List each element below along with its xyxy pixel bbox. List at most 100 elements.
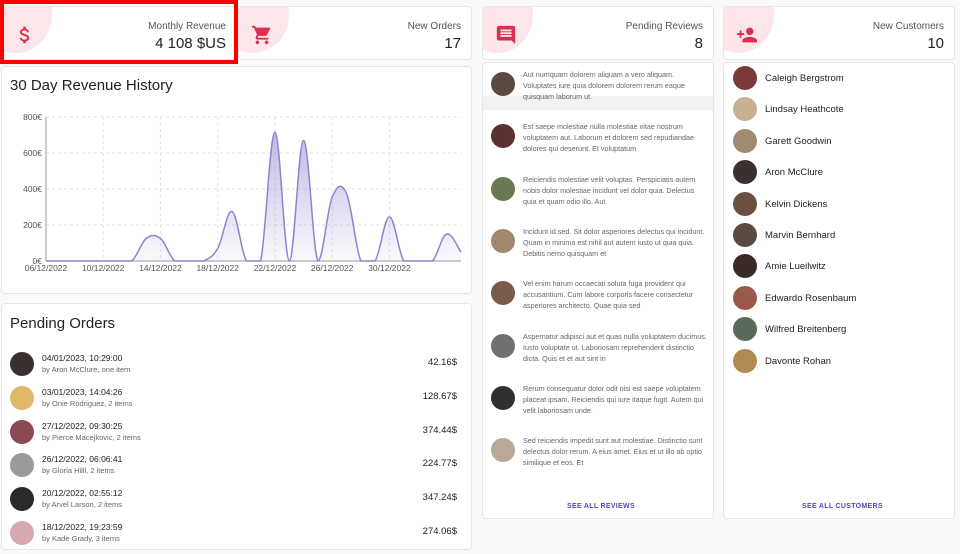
see-all-reviews-link[interactable]: SEE ALL REVIEWS bbox=[567, 503, 635, 510]
pending-reviews-card[interactable]: Pending Reviews 8 bbox=[482, 6, 714, 60]
customer-item[interactable]: Kelvin Dickens bbox=[724, 189, 952, 219]
see-all-customers-link[interactable]: SEE ALL CUSTOMERS bbox=[802, 503, 883, 510]
order-date: 27/12/2022, 09:30:25 bbox=[42, 420, 123, 431]
order-row[interactable]: 26/12/2022, 06:06:41 by Gloria Hilll, 2 i… bbox=[2, 448, 471, 482]
order-date: 20/12/2022, 02:55:12 bbox=[42, 488, 123, 499]
order-amount: 128.67$ bbox=[422, 390, 457, 402]
revenue-chart-card: 30 Day Revenue History 0€ 200€ 400€ 600€ 800… bbox=[1, 66, 472, 294]
x-tick-label: 26/12/2022 bbox=[311, 263, 354, 273]
customer-name: Amie Lueilwitz bbox=[765, 261, 826, 273]
x-tick-label: 14/12/2022 bbox=[139, 263, 182, 273]
x-tick-label: 18/12/2022 bbox=[196, 263, 239, 273]
order-amount: 274.06$ bbox=[422, 526, 457, 537]
customers-card: Caleigh Bergstrom Lindsay Heathcote Garett… bbox=[723, 62, 955, 519]
review-text: Aspernatur adipisci aut et quas nulla vo… bbox=[523, 331, 707, 363]
customer-item[interactable]: Marvin Bernhard bbox=[724, 220, 952, 250]
customer-name: Edwardo Rosenbaum bbox=[765, 292, 857, 304]
avatar bbox=[491, 281, 515, 306]
avatar bbox=[10, 487, 34, 512]
new-orders-card[interactable]: New Orders 17 bbox=[238, 6, 472, 60]
order-date: 18/12/2022, 19:23:59 bbox=[42, 522, 123, 532]
avatar bbox=[733, 254, 757, 279]
order-detail: by Kade Grady, 3 items bbox=[42, 534, 120, 543]
customer-name: Lindsay Heathcote bbox=[765, 104, 844, 116]
avatar bbox=[733, 317, 757, 342]
monthly-revenue-card[interactable]: Monthly Revenue 4 108 $US bbox=[1, 6, 237, 60]
review-item[interactable]: Est saepe molestiae nulla molestiae vita… bbox=[483, 121, 713, 173]
customer-name: Aron McClure bbox=[765, 167, 824, 179]
review-text: Vel enim harum occaecati soluta fuga pro… bbox=[523, 279, 694, 311]
pending-reviews-value: 8 bbox=[694, 35, 703, 52]
avatar bbox=[733, 285, 757, 310]
x-tick-label: 22/12/2022 bbox=[254, 263, 297, 273]
x-tick-label: 06/12/2022 bbox=[25, 263, 68, 273]
review-item[interactable]: Sed reiciendis impedit sunt aut molestia… bbox=[483, 435, 713, 487]
avatar bbox=[491, 124, 515, 149]
pending-orders-card: Pending Orders 04/01/2023, 10:29:00 by Ar… bbox=[1, 303, 472, 550]
review-item[interactable]: Incidunt id sed. Sit dolor asperiores de… bbox=[483, 226, 713, 278]
order-row[interactable]: 20/12/2022, 02:55:12 by Arvel Larson, 2 i… bbox=[2, 482, 471, 516]
y-tick-label: 600€ bbox=[23, 148, 42, 158]
new-orders-value: 17 bbox=[444, 35, 461, 52]
review-text: Incidunt id sed. Sit dolor asperiores de… bbox=[523, 226, 705, 258]
comment-icon bbox=[496, 25, 516, 45]
avatar bbox=[10, 385, 34, 410]
customer-name: Kelvin Dickens bbox=[765, 198, 828, 210]
y-tick-label: 400€ bbox=[23, 184, 42, 194]
customer-item[interactable]: Wilfred Breitenberg bbox=[724, 314, 952, 344]
revenue-chart: 0€200€400€600€800€06/12/2022 10/12/2022 14… bbox=[23, 112, 462, 273]
reviews-card: Aut numquam dolorem aliquam a vero aliqu… bbox=[482, 62, 714, 519]
y-tick-label: 200€ bbox=[23, 220, 42, 230]
avatar bbox=[491, 333, 515, 358]
avatar bbox=[733, 66, 757, 90]
review-item[interactable]: Rerum consequatur dolor odit nisi est sa… bbox=[483, 383, 713, 435]
order-row[interactable]: 03/01/2023, 14:04:26 by Onie Rodriguez, 2… bbox=[2, 381, 471, 415]
review-item[interactable]: Aspernatur adipisci aut et quas nulla vo… bbox=[483, 331, 713, 383]
new-customers-value: 10 bbox=[927, 35, 944, 52]
customer-item[interactable]: Amie Lueilwitz bbox=[724, 251, 952, 281]
review-text: Reiciendis molestiae velit voluptas. Per… bbox=[523, 174, 696, 206]
customer-name: Wilfred Breitenberg bbox=[765, 324, 847, 336]
review-text: Aut numquam dolorem aliquam a vero aliqu… bbox=[523, 70, 685, 101]
avatar bbox=[10, 521, 34, 545]
monthly-revenue-label: Monthly Revenue bbox=[148, 21, 226, 32]
order-date: 26/12/2022, 06:06:41 bbox=[42, 454, 123, 465]
avatar bbox=[733, 191, 757, 216]
customer-item[interactable]: Edwardo Rosenbaum bbox=[724, 283, 952, 313]
avatar bbox=[491, 72, 515, 96]
new-customers-label: New Customers bbox=[872, 21, 944, 32]
new-orders-label: New Orders bbox=[407, 21, 461, 32]
order-detail: by Gloria Hilll, 2 items bbox=[42, 466, 115, 476]
avatar bbox=[10, 419, 34, 444]
y-tick-label: 800€ bbox=[23, 112, 42, 122]
review-text: Rerum consequatur dolor odit nisi est sa… bbox=[523, 383, 704, 415]
avatar bbox=[733, 223, 757, 247]
order-row[interactable]: 27/12/2022, 09:30:25 by Pierce Macejkovic… bbox=[2, 415, 471, 449]
customer-name: Davonte Rohan bbox=[765, 355, 832, 367]
order-date: 03/01/2023, 14:04:26 bbox=[42, 386, 123, 397]
order-row[interactable]: 04/01/2023, 10:29:00 by Aron McClure, one… bbox=[2, 347, 471, 381]
order-row[interactable]: 18/12/2022, 19:23:59 by Kade Grady, 3 ite… bbox=[2, 516, 471, 549]
customer-item[interactable]: Davonte Rohan bbox=[724, 346, 952, 376]
customer-item[interactable]: Garett Goodwin bbox=[724, 126, 952, 156]
customer-item[interactable]: Lindsay Heathcote bbox=[724, 94, 952, 124]
order-amount: 374.44$ bbox=[422, 424, 457, 436]
review-item[interactable]: Vel enim harum occaecati soluta fuga pro… bbox=[483, 278, 713, 330]
dollar-icon bbox=[19, 26, 30, 44]
customer-item[interactable]: Caleigh Bergstrom bbox=[724, 63, 952, 93]
avatar bbox=[491, 228, 515, 253]
new-customers-card[interactable]: New Customers 10 bbox=[723, 6, 955, 60]
avatar bbox=[733, 128, 757, 153]
order-amount: 347.24$ bbox=[422, 492, 457, 504]
avatar bbox=[10, 352, 34, 376]
revenue-area bbox=[46, 132, 461, 261]
avatar bbox=[10, 453, 34, 478]
review-item[interactable]: Reiciendis molestiae velit voluptas. Per… bbox=[483, 174, 713, 226]
customer-item[interactable]: Aron McClure bbox=[724, 157, 952, 187]
avatar bbox=[733, 348, 757, 373]
avatar bbox=[491, 176, 515, 201]
order-amount: 42.16$ bbox=[427, 357, 457, 368]
x-tick-label: 30/12/2022 bbox=[368, 263, 411, 273]
avatar bbox=[491, 385, 515, 410]
review-item[interactable]: Aut numquam dolorem aliquam a vero aliqu… bbox=[483, 69, 713, 121]
